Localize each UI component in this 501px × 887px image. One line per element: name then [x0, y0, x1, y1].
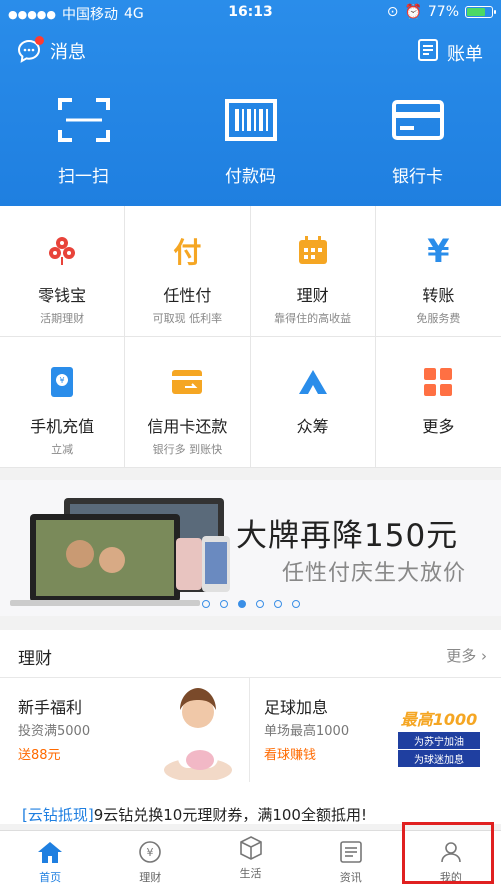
grid-item-zhuanzhang[interactable]: ¥ 转账 免服务费 [375, 206, 501, 337]
section-title: 理财 [18, 649, 52, 669]
more-grid-icon [421, 365, 455, 399]
tab-label: 首页 [39, 871, 62, 884]
chat-bubble-icon [16, 36, 44, 64]
promo-tag: [云钻抵现] [22, 806, 94, 824]
quick-action-scan[interactable]: 扫一扫 [0, 92, 167, 192]
battery-percent: 77% [427, 4, 459, 20]
messages-button[interactable]: 消息 [16, 36, 86, 64]
grid-item-more[interactable]: 更多 [375, 337, 501, 468]
finance-section: 理财 更多 › 新手福利 投资满5000 送88元 足球加息 单场最高1000 … [0, 630, 501, 824]
grid-item-sub: 靠得住的高收益 [274, 312, 352, 325]
grid-item-lingqianbao[interactable]: 零钱宝 活期理财 [0, 206, 126, 337]
finance-card-newbie[interactable]: 新手福利 投资满5000 送88元 [0, 678, 250, 782]
grid-item-sub: 活期理财 [40, 312, 85, 325]
messages-label: 消息 [50, 42, 86, 63]
fu-char-icon: 付 [173, 236, 202, 269]
crowdfunding-icon [296, 365, 330, 399]
tab-news[interactable]: 资讯 [301, 831, 401, 887]
grid-item-label: 众筹 [296, 417, 329, 436]
carousel-dot[interactable] [201, 600, 210, 608]
feature-grid: 零钱宝 活期理财 付 任性付 可取现 低利率 理财 靠得住的高收益 ¥ 转账 免… [0, 206, 501, 468]
highlight-box [402, 822, 494, 884]
card-highlight: 送88元 [18, 748, 61, 763]
carousel-dot[interactable] [237, 600, 246, 608]
chevron-right-icon: › [481, 647, 487, 665]
tab-life[interactable]: 生活 [200, 831, 300, 887]
barcode-icon [223, 92, 279, 148]
grid-item-sub: 可取现 低利率 [152, 312, 223, 325]
rate-badge: 最高1000 为苏宁加油 为球迷加息 [398, 706, 480, 767]
svg-text:¥: ¥ [147, 846, 154, 859]
bank-card-icon [390, 92, 446, 148]
finance-card-football[interactable]: 足球加息 单场最高1000 看球赚钱 最高1000 为苏宁加油 为球迷加息 [250, 678, 501, 782]
carousel-dot[interactable] [273, 600, 282, 608]
grid-item-licai[interactable]: 理财 靠得住的高收益 [250, 206, 376, 337]
bill-icon [417, 38, 439, 67]
grid-item-label: 理财 [296, 286, 329, 305]
grid-item-label: 信用卡还款 [147, 417, 228, 436]
grid-item-label: 任性付 [163, 286, 212, 305]
grid-item-credit-card[interactable]: 信用卡还款 银行多 到账快 [125, 337, 251, 468]
svg-text:¥: ¥ [60, 376, 65, 385]
card-highlight: 看球赚钱 [264, 748, 317, 763]
news-icon [338, 839, 364, 865]
tab-home[interactable]: 首页 [0, 831, 100, 887]
carousel-dot[interactable] [219, 600, 228, 608]
tab-label: 资讯 [339, 871, 362, 884]
coin-flower-icon [45, 234, 79, 268]
credit-card-icon [170, 365, 204, 399]
yen-icon: ¥ [427, 232, 450, 270]
laptop-phone-image [10, 498, 230, 606]
card-subtitle: 单场最高1000 [264, 724, 350, 739]
quick-action-bank-card[interactable]: 银行卡 [334, 92, 501, 192]
grid-item-label: 转账 [422, 286, 455, 305]
tab-label: 理财 [139, 871, 162, 884]
carousel-dot[interactable] [255, 600, 264, 608]
quick-action-pay-code[interactable]: 付款码 [167, 92, 334, 192]
alarm-icon: ⏰ [404, 4, 422, 20]
scan-icon [56, 92, 112, 148]
finance-icon [296, 234, 330, 268]
card-title: 足球加息 [264, 698, 329, 717]
banner-title: 大牌再降150元 [236, 518, 459, 554]
grid-item-label: 手机充值 [30, 417, 95, 436]
header: ●●●●● 中国移动 4G 16:13 ⊙ ⏰ 77% 消息 账单 扫一扫 付款… [0, 0, 501, 206]
quick-action-label: 扫一扫 [58, 167, 109, 187]
carousel-dot[interactable] [291, 600, 300, 608]
tab-finance[interactable]: ¥ 理财 [100, 831, 200, 887]
grid-item-renxingfu[interactable]: 付 任性付 可取现 低利率 [125, 206, 251, 337]
card-subtitle: 投资满5000 [18, 724, 91, 739]
unread-dot [35, 36, 44, 45]
quick-action-label: 付款码 [225, 167, 276, 187]
yen-circle-icon: ¥ [137, 839, 163, 865]
quick-action-label: 银行卡 [392, 167, 443, 187]
bill-button[interactable]: 账单 [417, 38, 483, 67]
grid-item-label: 更多 [422, 417, 455, 436]
box-icon [238, 835, 264, 861]
carousel-dots[interactable] [0, 600, 501, 608]
status-bar: ●●●●● 中国移动 4G 16:13 ⊙ ⏰ 77% [0, 0, 501, 26]
quick-actions: 扫一扫 付款码 银行卡 [0, 92, 501, 192]
woman-piggy-bank-image [164, 688, 232, 780]
grid-item-sub: 免服务费 [416, 312, 461, 325]
banner-subtitle: 任性付庆生大放价 [282, 561, 467, 586]
home-icon [37, 839, 63, 865]
grid-item-phone-recharge[interactable]: ¥ 手机充值 立减 [0, 337, 126, 468]
promo-banner[interactable]: 大牌再降150元 任性付庆生大放价 [0, 480, 501, 616]
more-link[interactable]: 更多 › [446, 645, 487, 666]
card-title: 新手福利 [18, 698, 83, 717]
battery-icon [465, 6, 496, 18]
grid-item-label: 零钱宝 [38, 286, 87, 305]
grid-item-sub: 立减 [51, 443, 74, 456]
tab-label: 生活 [239, 867, 262, 880]
bill-label: 账单 [447, 43, 483, 65]
grid-item-sub: 银行多 到账快 [152, 443, 223, 456]
promo-text: 9云钻兑换10元理财券，满100全额抵用! [93, 806, 367, 824]
grid-item-crowdfunding[interactable]: 众筹 [250, 337, 376, 468]
phone-recharge-icon: ¥ [45, 365, 79, 399]
rotation-lock-icon: ⊙ [386, 4, 399, 20]
